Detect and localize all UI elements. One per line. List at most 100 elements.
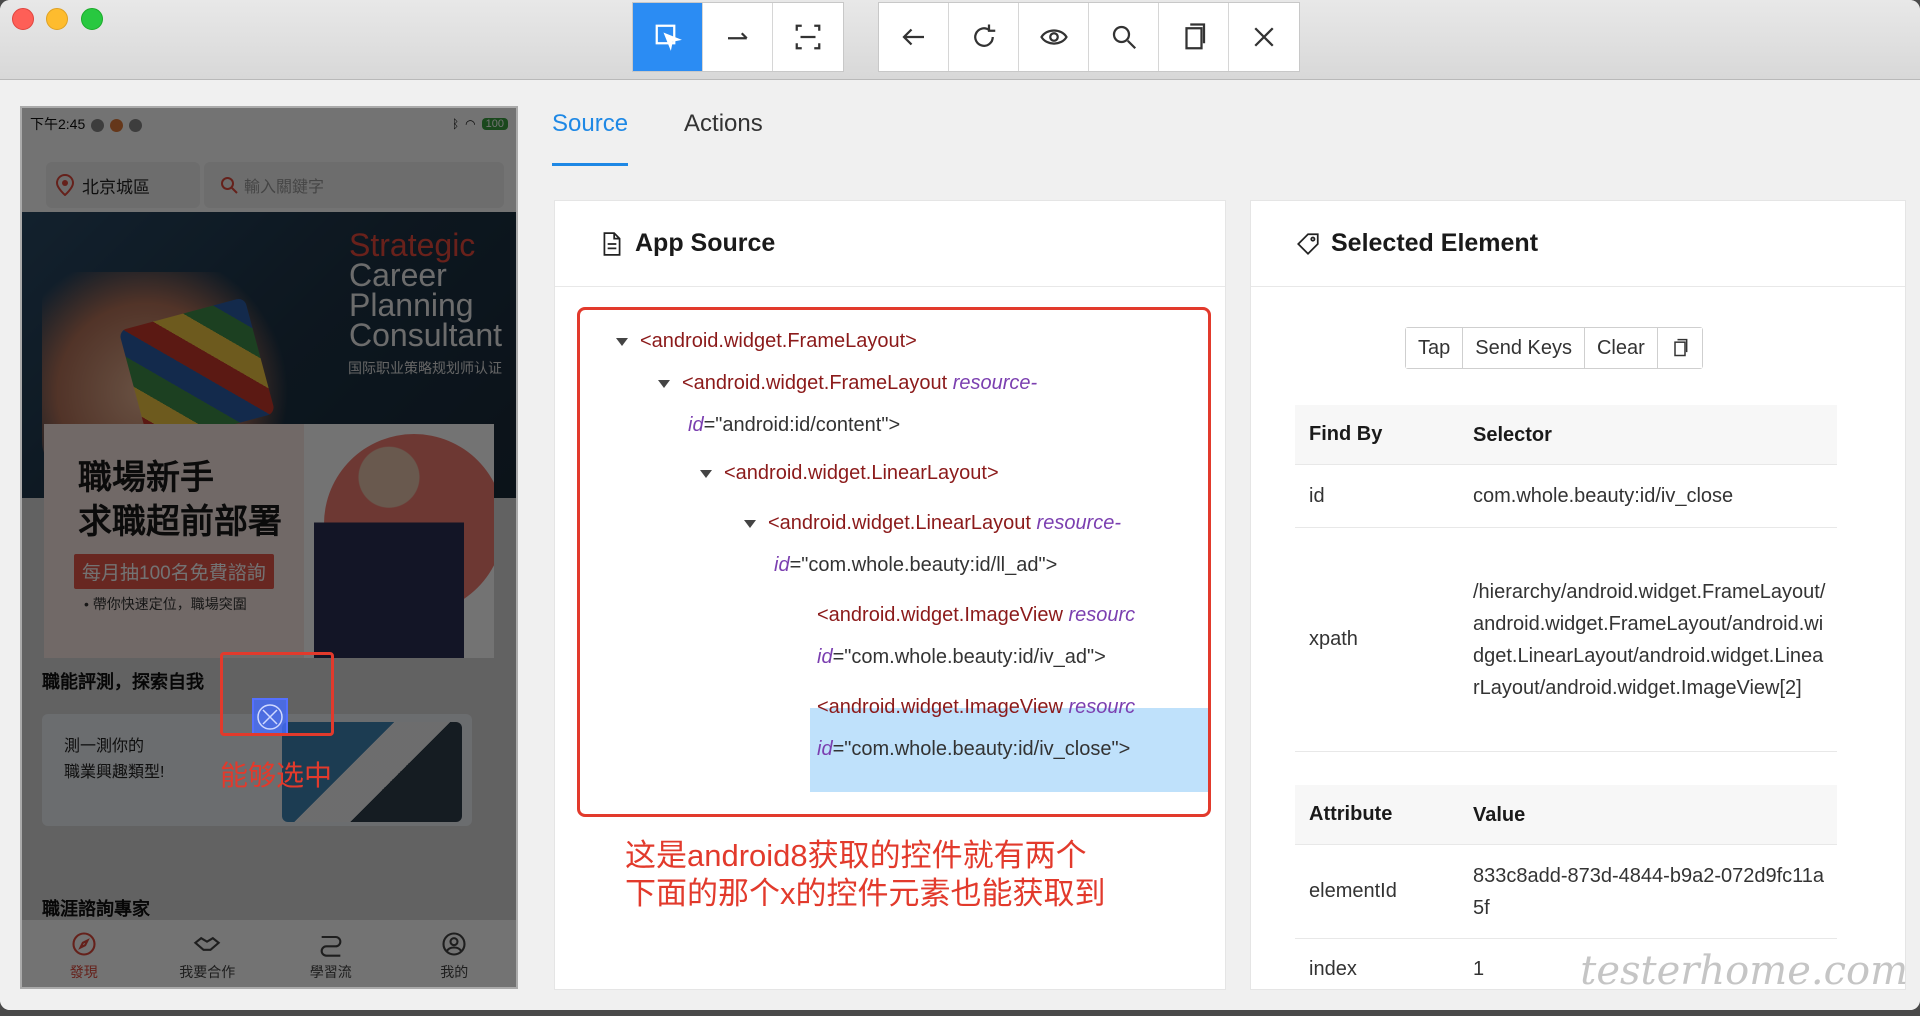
assessment-line2: 職業興趣類型! xyxy=(64,764,165,781)
nav-discover[interactable]: 發現 xyxy=(22,920,146,987)
inspector-tabs: Source Actions xyxy=(552,106,763,166)
hero-line: Planning xyxy=(349,287,474,323)
assessment-line1: 測一測你的 xyxy=(64,738,145,755)
eye-icon xyxy=(1039,29,1068,45)
table-row[interactable]: xpath /hierarchy/android.widget.FrameLay… xyxy=(1295,528,1837,752)
ad-headline-line1: 職場新手 xyxy=(78,458,214,498)
window-close-button[interactable] xyxy=(12,8,34,30)
nav-cooperate[interactable]: 我要合作 xyxy=(146,920,270,987)
window-minimize-button[interactable] xyxy=(46,8,68,30)
ad-popup[interactable]: 職場新手 求職超前部署 每月抽100名免費諮詢 • 帶你快速定位，職場突圍 xyxy=(44,424,494,658)
search-button[interactable] xyxy=(1089,3,1159,71)
refresh-button[interactable] xyxy=(949,3,1019,71)
tree-node[interactable]: <android.widget.ImageView resourc xyxy=(817,594,1135,637)
table-row[interactable]: id com.whole.beauty:id/iv_close xyxy=(1295,465,1837,528)
find-by-col: Find By xyxy=(1309,423,1383,445)
assessment-card-text: 測一測你的 職業興趣類型! xyxy=(64,734,164,786)
source-annotation-line1: 这是android8获取的控件就有两个 xyxy=(625,838,1087,873)
selector-value: /hierarchy/android.widget.FrameLayout/an… xyxy=(1473,580,1826,699)
location-label: 北京城區 xyxy=(82,177,150,197)
hero-line: Consultant xyxy=(349,317,502,353)
attribute-key: elementId xyxy=(1309,880,1397,902)
attribute-header: Attribute Value xyxy=(1295,785,1837,845)
select-element-icon xyxy=(655,24,682,51)
swipe-icon xyxy=(727,32,748,40)
nav-label: 我要合作 xyxy=(179,964,236,980)
select-element-button[interactable] xyxy=(633,3,703,71)
app-source-header: App Source xyxy=(555,201,1225,287)
node-tag: <android.widget.ImageView xyxy=(817,696,1063,718)
status-right: ᛒ ◠ 100 xyxy=(452,117,508,131)
ad-note: • 帶你快速定位，職場突圍 xyxy=(84,596,247,612)
copy-attributes-button[interactable] xyxy=(1657,328,1702,368)
nav-profile[interactable]: 我的 xyxy=(393,920,517,987)
tree-node-cont: id="com.whole.beauty:id/iv_ad"> xyxy=(817,636,1106,679)
send-keys-button[interactable]: Send Keys xyxy=(1463,328,1585,368)
quit-session-button[interactable] xyxy=(1229,3,1299,71)
search-icon xyxy=(1112,25,1136,50)
node-attr: id xyxy=(688,414,704,436)
toolbar-group-actions xyxy=(878,2,1300,72)
ad-speaker-image xyxy=(314,432,464,658)
tap-coordinates-icon xyxy=(795,24,821,50)
node-tag: <android.widget.FrameLayout> xyxy=(640,330,917,352)
phone-search-row: 北京城區 輸入關鍵字 xyxy=(22,140,516,212)
bluetooth-icon: ᛒ xyxy=(451,117,460,131)
hero-title: Strategic Career Planning Consultant xyxy=(349,229,502,353)
device-screenshot[interactable]: 下午2:45 ᛒ ◠ 100 北京城區 輸入關鍵字 Strategic Care… xyxy=(20,106,518,989)
location-selector[interactable]: 北京城區 xyxy=(46,162,200,208)
selected-element-panel: Selected Element Tap Send Keys Clear Fin… xyxy=(1250,200,1906,990)
node-val: ="android:id/content"> xyxy=(703,414,901,436)
tree-node-cont: id="com.whole.beauty:id/ll_ad"> xyxy=(774,544,1057,587)
toggle-visibility-button[interactable] xyxy=(1019,3,1089,71)
tap-coordinates-button[interactable] xyxy=(773,3,843,71)
phone-bottom-nav: 發現 我要合作 學習流 我的 xyxy=(22,920,517,987)
tree-node[interactable]: <android.widget.FrameLayout resource- xyxy=(658,362,1037,405)
hero-subtitle: 国际职业策略规划师认证 xyxy=(348,360,502,376)
find-by-table: Find By Selector id com.whole.beauty:id/… xyxy=(1295,405,1837,752)
phone-search-icon xyxy=(221,177,238,194)
watermark: testerhome.com xyxy=(1580,948,1908,994)
tree-node[interactable]: <android.widget.FrameLayout> xyxy=(616,320,917,363)
location-pin-icon xyxy=(56,174,74,196)
tab-source[interactable]: Source xyxy=(552,106,629,166)
copy-xml-button[interactable] xyxy=(1159,3,1229,71)
window-maximize-button[interactable] xyxy=(81,8,103,30)
swipe-button[interactable] xyxy=(703,3,773,71)
battery-indicator: 100 xyxy=(481,118,508,130)
node-tag: <android.widget.LinearLayout> xyxy=(724,462,999,484)
compass-icon xyxy=(72,932,96,956)
table-row[interactable]: elementId 833c8add-873d-4844-b9a2-072d9f… xyxy=(1295,845,1837,939)
phone-search-input[interactable]: 輸入關鍵字 xyxy=(204,162,504,208)
find-by-header: Find By Selector xyxy=(1295,405,1837,465)
copy-icon xyxy=(1674,338,1688,357)
node-attr: resourc xyxy=(1068,604,1136,626)
annotation-label: 能够选中 xyxy=(220,760,333,791)
nav-label: 學習流 xyxy=(309,964,352,980)
node-val: ="com.whole.beauty:id/iv_ad"> xyxy=(832,646,1106,668)
clear-button[interactable]: Clear xyxy=(1584,328,1658,368)
node-val: ="com.whole.beauty:id/ll_ad"> xyxy=(789,554,1058,576)
tree-node[interactable]: <android.widget.LinearLayout> xyxy=(700,452,999,495)
source-annotation-line2: 下面的那个x的控件元素也能获取到 xyxy=(625,876,1106,911)
node-attr: resourc xyxy=(1068,696,1136,718)
status-dots xyxy=(85,116,143,132)
nav-learning[interactable]: 學習流 xyxy=(269,920,393,987)
find-by-key: id xyxy=(1309,484,1325,507)
caret-down-icon xyxy=(744,519,756,528)
hero-line: Career xyxy=(349,257,447,293)
tree-node-cont: id="com.whole.beauty:id/iv_close"> xyxy=(817,728,1130,771)
attribute-key: index xyxy=(1309,957,1357,980)
app-window: 下午2:45 ᛒ ◠ 100 北京城區 輸入關鍵字 Strategic Care… xyxy=(0,0,1920,1010)
selector-value: com.whole.beauty:id/iv_close xyxy=(1473,485,1734,507)
tree-node-selected[interactable]: <android.widget.ImageView resourc xyxy=(817,686,1135,729)
annotation-box xyxy=(220,652,334,736)
tab-actions[interactable]: Actions xyxy=(684,106,763,166)
tag-icon xyxy=(1297,232,1319,255)
source-tree: <android.widget.FrameLayout> <android.wi… xyxy=(577,307,1211,817)
tap-button[interactable]: Tap xyxy=(1406,328,1464,368)
back-button[interactable] xyxy=(879,3,949,71)
ad-headline-line2: 求職超前部署 xyxy=(78,502,282,542)
nav-label: 我的 xyxy=(440,964,469,980)
tree-node[interactable]: <android.widget.LinearLayout resource- xyxy=(744,502,1121,545)
